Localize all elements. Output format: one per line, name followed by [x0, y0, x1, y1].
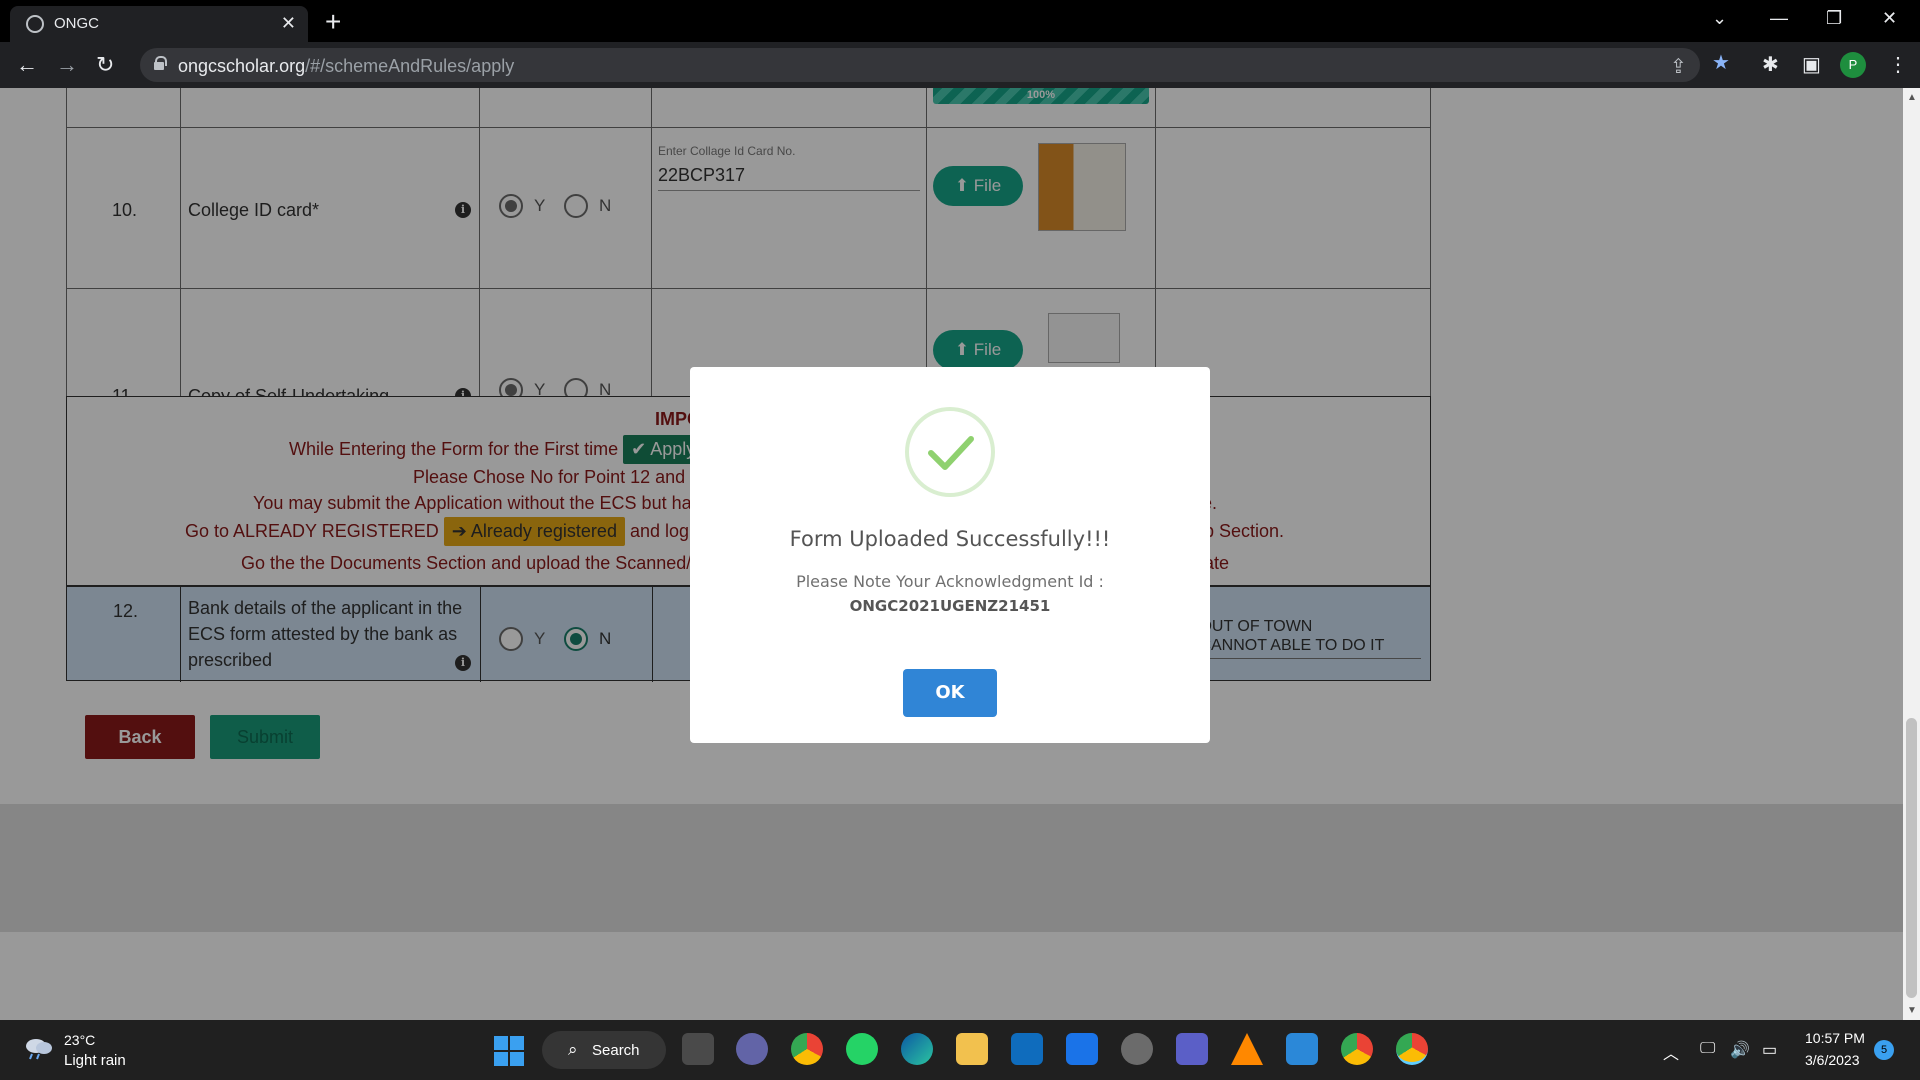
taskbar: 23°C Light rain ⌕ Search ︿ 🖵 🔊 ▭ 10:57 P… — [0, 1020, 1920, 1080]
scrollbar-thumb[interactable] — [1906, 718, 1917, 998]
ok-button[interactable]: OK — [903, 669, 997, 717]
weather-description[interactable]: Light rain — [64, 1052, 126, 1069]
photos-icon[interactable] — [1286, 1033, 1318, 1065]
mail-icon[interactable] — [1011, 1033, 1043, 1065]
clock-date[interactable]: 3/6/2023 — [1805, 1052, 1860, 1068]
chevron-up-icon[interactable]: ︿ — [1663, 1040, 1679, 1064]
url-text[interactable]: ongcscholar.org/#/schemeAndRules/apply — [178, 56, 514, 77]
success-dialog: Form Uploaded Successfully!!! Please Not… — [690, 367, 1210, 743]
whatsapp-icon[interactable] — [846, 1033, 878, 1065]
windows-start-icon[interactable] — [494, 1036, 524, 1066]
minimize-button[interactable]: — — [1770, 8, 1788, 29]
bookmark-star-icon[interactable]: ★ — [1712, 50, 1730, 75]
battery-icon[interactable]: ▭ — [1762, 1040, 1777, 1060]
new-tab-button[interactable]: + — [325, 6, 341, 38]
chat-icon[interactable] — [736, 1033, 768, 1065]
taskbar-search[interactable]: ⌕ Search — [542, 1031, 666, 1069]
browser-toolbar: ← → ↻ ongcscholar.org/#/schemeAndRules/a… — [0, 42, 1920, 88]
page-scrollbar[interactable]: ▲ ▼ — [1903, 88, 1920, 1020]
forward-arrow-icon[interactable]: → — [56, 52, 78, 78]
acknowledgment-id: ONGC2021UGENZ21451 — [849, 597, 1051, 615]
restore-button[interactable]: ❐ — [1826, 8, 1842, 29]
close-window-button[interactable]: ✕ — [1882, 8, 1897, 29]
globe-icon — [26, 15, 44, 33]
clock-time[interactable]: 10:57 PM — [1805, 1030, 1865, 1046]
browser-tab[interactable]: ONGC ✕ — [10, 6, 308, 42]
profile-avatar[interactable]: P — [1840, 52, 1866, 78]
chrome-profile-icon[interactable] — [1341, 1033, 1373, 1065]
search-icon: ⌕ — [568, 1040, 578, 1059]
teams-icon[interactable] — [1176, 1033, 1208, 1065]
lock-icon[interactable] — [154, 56, 167, 70]
back-arrow-icon[interactable]: ← — [16, 52, 38, 78]
task-view-icon[interactable] — [682, 1033, 714, 1065]
scroll-up-icon[interactable]: ▲ — [1907, 92, 1917, 103]
chrome-active-icon[interactable] — [1396, 1033, 1428, 1065]
network-icon[interactable]: 🖵 — [1700, 1040, 1715, 1058]
vlc-icon[interactable] — [1231, 1033, 1263, 1065]
modal-title: Form Uploaded Successfully!!! — [789, 527, 1111, 551]
weather-rain-icon[interactable] — [22, 1036, 54, 1060]
success-check-icon — [905, 407, 995, 497]
modal-note: Please Note Your Acknowledgment Id : — [796, 572, 1104, 591]
extensions-icon[interactable]: ✱ — [1762, 52, 1779, 77]
edge-icon[interactable] — [901, 1033, 933, 1065]
settings-gear-icon[interactable] — [1121, 1033, 1153, 1065]
close-tab-icon[interactable]: ✕ — [281, 13, 296, 34]
scroll-down-icon[interactable]: ▼ — [1907, 1005, 1917, 1016]
address-bar[interactable]: ongcscholar.org/#/schemeAndRules/apply ⇪ — [140, 48, 1700, 82]
tab-title: ONGC — [54, 15, 99, 32]
reload-icon[interactable]: ↻ — [96, 52, 114, 78]
store-icon[interactable] — [1066, 1033, 1098, 1065]
chrome-icon[interactable] — [791, 1033, 823, 1065]
tab-search-icon[interactable]: ⌄ — [1712, 8, 1727, 29]
menu-icon[interactable]: ⋮ — [1888, 52, 1908, 77]
volume-icon[interactable]: 🔊 — [1730, 1040, 1750, 1060]
weather-temperature[interactable]: 23°C — [64, 1032, 95, 1048]
notification-badge[interactable]: 5 — [1874, 1040, 1894, 1060]
browser-titlebar: ONGC ✕ + ⌄ — ❐ ✕ — [0, 0, 1920, 42]
share-icon[interactable]: ⇪ — [1670, 54, 1687, 79]
side-panel-icon[interactable]: ▣ — [1802, 52, 1821, 77]
file-explorer-icon[interactable] — [956, 1033, 988, 1065]
